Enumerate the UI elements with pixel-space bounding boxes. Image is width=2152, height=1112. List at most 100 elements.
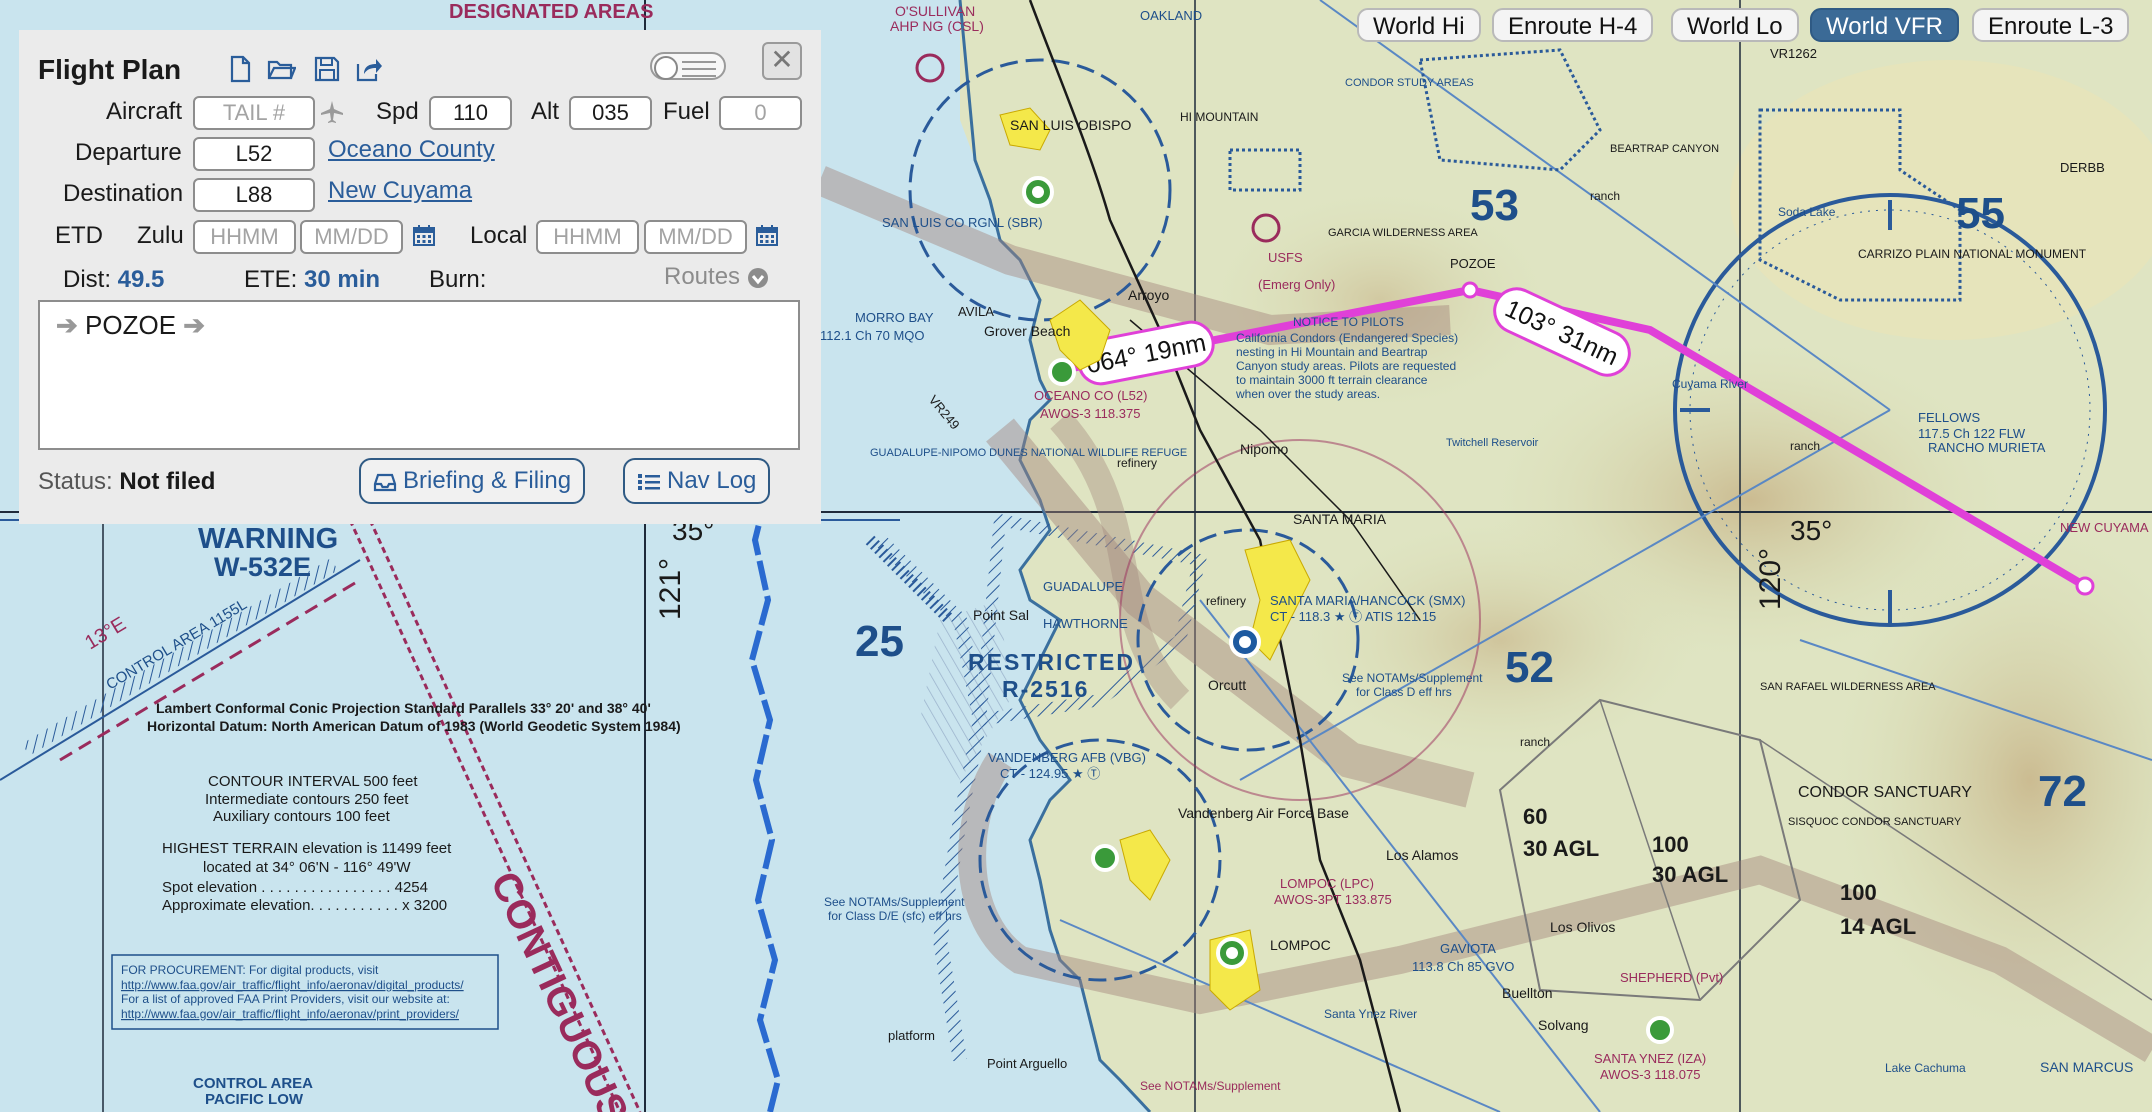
local-calendar-icon[interactable] [756,224,778,246]
routes-button[interactable]: Routes [664,263,769,291]
svg-text:SANTA MARIA/HANCOCK (SMX): SANTA MARIA/HANCOCK (SMX) [1270,593,1466,608]
destination-airport-link[interactable]: New Cuyama [328,177,472,205]
svg-text:CONTROL AREA: CONTROL AREA [193,1075,313,1092]
new-file-icon[interactable] [225,54,255,84]
dist-value: 49.5 [117,266,165,293]
svg-text:Vandenberg Air Force Base: Vandenberg Air Force Base [1178,805,1349,821]
zulu-time-input[interactable]: HHMM [193,220,296,254]
svg-text:SANTA YNEZ (IZA): SANTA YNEZ (IZA) [1594,1051,1706,1066]
nav-log-label: Nav Log [667,467,757,494]
altitude-input[interactable]: 035 [569,96,652,130]
svg-text:platform: platform [888,1028,935,1043]
burn-label: Burn: [429,266,487,293]
svg-text:Los Alamos: Los Alamos [1386,847,1458,863]
zulu-date-input[interactable]: MM/DD [300,220,403,254]
share-icon[interactable] [354,54,384,84]
inbox-icon [373,473,397,491]
close-button[interactable]: ✕ [762,42,802,80]
svg-text:52: 52 [1505,643,1554,692]
local-date-input[interactable]: MM/DD [644,220,747,254]
svg-text:FOR PROCUREMENT: For digital: FOR PROCUREMENT: For digital products, v… [121,963,379,977]
airport-vbg[interactable] [1091,844,1119,872]
tab-world-hi[interactable]: World Hi [1357,8,1481,42]
svg-text:refinery: refinery [1206,594,1246,608]
svg-text:USFS: USFS [1268,250,1303,265]
svg-text:MORRO BAY: MORRO BAY [855,310,934,325]
airport-santa-ynez[interactable] [1646,1016,1674,1044]
svg-text:AVILA: AVILA [958,304,994,319]
fuel-label: Fuel [663,98,710,125]
list-icon [638,473,660,490]
svg-text:FELLOWS: FELLOWS [1918,410,1980,425]
airport-slo[interactable] [1022,176,1054,208]
svg-text:117.5 Ch 122 FLW: 117.5 Ch 122 FLW [1918,426,2026,441]
svg-text:SISQUOC CONDOR SANCTUARY: SISQUOC CONDOR SANCTUARY [1788,816,1962,828]
ete-label: ETE: [244,266,298,293]
airport-smx[interactable] [1229,626,1261,658]
briefing-filing-button[interactable]: Briefing & Filing [359,458,586,504]
tab-enroute-h4[interactable]: Enroute H-4 [1492,8,1654,42]
aircraft-input[interactable]: TAIL # [193,96,315,130]
route-waypoint-pozoe[interactable] [1461,281,1479,299]
svg-text:14 AGL: 14 AGL [1840,914,1916,939]
svg-text:R-2516: R-2516 [1002,676,1089,702]
flight-plan-panel: Flight Plan ✕ Aircraft TAIL # Spd 110 Al… [19,30,821,524]
svg-text:SAN LUIS CO RGNL (SBR): SAN LUIS CO RGNL (SBR) [882,215,1043,230]
svg-text:W-532E: W-532E [214,552,311,582]
svg-text:GARCIA WILDERNESS AREA: GARCIA WILDERNESS AREA [1328,227,1478,239]
svg-text:Canyon study areas. Pilots are: Canyon study areas. Pilots are requested [1236,359,1456,373]
svg-text:Solvang: Solvang [1538,1017,1589,1033]
airport-oceano[interactable] [1048,358,1076,386]
svg-text:HI MOUNTAIN: HI MOUNTAIN [1180,110,1258,124]
svg-text:POZOE: POZOE [1450,256,1496,271]
svg-text:HIGHEST TERRAIN elevation is 1: HIGHEST TERRAIN elevation is 11499 feet [162,840,452,857]
status-line: Status: Not filed [38,468,215,496]
svg-text:Twitchell Reservoir: Twitchell Reservoir [1446,437,1539,449]
svg-text:121°: 121° [654,558,687,620]
svg-text:OCEANO CO (L52): OCEANO CO (L52) [1034,388,1147,403]
speed-input[interactable]: 110 [429,96,512,130]
svg-text:refinery: refinery [1117,456,1157,470]
open-folder-icon[interactable] [266,54,296,84]
airport-lompoc[interactable] [1216,937,1248,969]
status-label: Status: [38,468,113,495]
svg-text:Spot elevation . . . . . . . .: Spot elevation . . . . . . . . . . . . .… [162,879,428,896]
svg-text:See NOTAMs/Supplement: See NOTAMs/Supplement [1342,671,1483,685]
zulu-calendar-icon[interactable] [413,224,435,246]
route-textarea[interactable]: ➔ POZOE ➔ [38,300,800,450]
svg-text:http://www.faa.gov/air_traffic: http://www.faa.gov/air_traffic/flight_in… [121,978,464,992]
chevron-down-circle-icon [747,267,768,288]
panel-toggle-switch[interactable] [650,52,726,80]
departure-airport-link[interactable]: Oceano County [328,136,495,164]
svg-text:when over the study areas.: when over the study areas. [1235,387,1380,401]
svg-text:California Condors (Endangered: California Condors (Endangered Species) [1236,331,1458,345]
svg-text:nesting in Hi Mountain and Bea: nesting in Hi Mountain and Beartrap [1236,345,1428,359]
tab-world-vfr[interactable]: World VFR [1810,8,1959,42]
tab-enroute-l3[interactable]: Enroute L-3 [1972,8,2130,42]
svg-text:(Emerg Only): (Emerg Only) [1258,277,1335,292]
airplane-icon[interactable] [319,99,345,125]
destination-input[interactable]: L88 [193,178,315,212]
fuel-input[interactable]: 0 [719,96,802,130]
departure-input[interactable]: L52 [193,137,315,171]
svg-text:Lambert Conformal Conic Projec: Lambert Conformal Conic Projection Stand… [156,700,651,716]
svg-text:Horizontal Datum: North Americ: Horizontal Datum: North American Datum o… [147,718,681,734]
svg-text:72: 72 [2038,767,2087,816]
local-time-input[interactable]: HHMM [536,220,639,254]
svg-text:GAVIOTA: GAVIOTA [1440,941,1496,956]
svg-text:PACIFIC LOW: PACIFIC LOW [205,1091,304,1108]
alt-label: Alt [531,98,560,125]
svg-text:Arroyo: Arroyo [1128,287,1169,303]
svg-text:VR1262: VR1262 [1770,46,1817,61]
svg-text:55: 55 [1956,189,2005,238]
tab-world-lo[interactable]: World Lo [1671,8,1799,42]
nav-log-button[interactable]: Nav Log [623,458,771,504]
spd-label: Spd [376,98,419,125]
svg-text:Point Sal: Point Sal [973,607,1029,623]
svg-text:VANDENBERG AFB (VBG): VANDENBERG AFB (VBG) [988,750,1146,765]
svg-text:CONDOR STUDY AREAS: CONDOR STUDY AREAS [1345,77,1474,89]
save-icon[interactable] [312,54,342,84]
route-destination-point[interactable] [2075,576,2095,596]
route-waypoint[interactable]: POZOE [85,310,176,340]
svg-text:113.8 Ch 85 GVO: 113.8 Ch 85 GVO [1412,959,1514,974]
